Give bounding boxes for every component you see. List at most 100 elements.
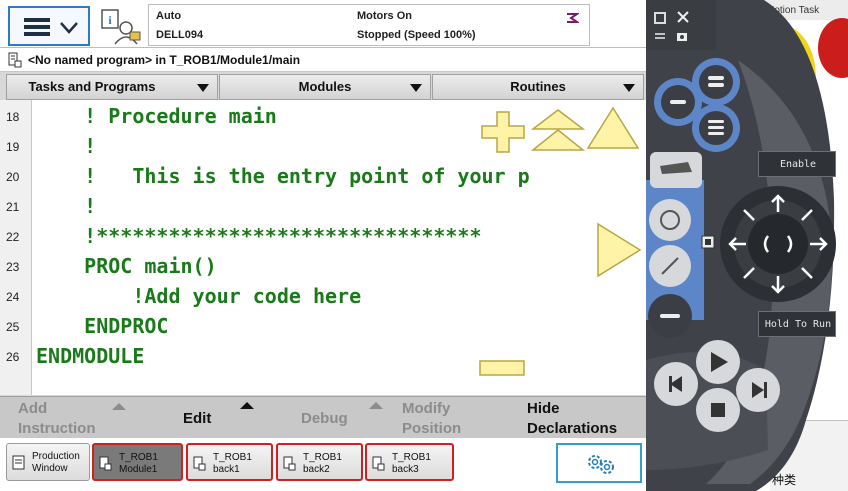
stop-icon xyxy=(711,403,725,417)
code-line[interactable]: ! xyxy=(36,134,96,158)
line-number: 26 xyxy=(6,350,20,364)
code-line[interactable]: ENDMODULE xyxy=(36,344,144,368)
taskbar-t-rob1-module1[interactable]: T_ROB1 Module1 xyxy=(92,443,183,481)
programmable-keys xyxy=(654,58,740,152)
page-up-icon[interactable] xyxy=(531,108,585,152)
enable-device-button[interactable]: Enable xyxy=(758,151,836,177)
line-number: 25 xyxy=(6,320,20,334)
quickset-button[interactable] xyxy=(556,443,642,483)
line-number: 22 xyxy=(6,230,20,244)
zoom-plus-icon[interactable] xyxy=(480,110,526,154)
gear-icon xyxy=(588,455,614,474)
program-icon xyxy=(193,456,206,471)
tab-routines[interactable]: Routines xyxy=(432,74,644,100)
joystick[interactable] xyxy=(716,182,840,306)
enable-label: Enable xyxy=(779,159,817,170)
code-line[interactable]: ! This is the entry point of your p xyxy=(36,164,530,188)
line-number: 24 xyxy=(6,290,20,304)
menu-up-icon xyxy=(240,402,254,409)
taskbar-t-rob1-back3[interactable]: T_ROB1 back3 xyxy=(365,443,454,481)
edit-label: Edit xyxy=(183,410,212,427)
code-line[interactable]: ! Procedure main xyxy=(36,104,277,128)
program-path-bar: <No named program> in T_ROB1/Module1/mai… xyxy=(0,48,646,72)
code-editor[interactable]: 18 19 20 21 22 23 24 25 26 ! Procedure m… xyxy=(0,100,646,395)
window-restore-icon[interactable] xyxy=(654,12,666,24)
line-number: 19 xyxy=(6,140,20,154)
run-state: Stopped (Speed 100%) xyxy=(357,29,476,41)
menu-up-icon xyxy=(369,402,383,409)
code-line[interactable]: ENDPROC xyxy=(36,314,168,338)
code-line[interactable]: !******************************** xyxy=(36,224,481,248)
status-robot-icon xyxy=(567,13,579,23)
production-window-icon xyxy=(12,455,25,470)
controller-name: DELL094 xyxy=(156,29,204,41)
top-status-bar: i Auto DELL094 Motors On Stopped (Speed … xyxy=(0,0,646,48)
dropdown-arrow-icon xyxy=(197,84,209,92)
taskbar-t-rob1-back1[interactable]: T_ROB1 back1 xyxy=(186,443,273,481)
main-menu-button[interactable] xyxy=(8,6,90,46)
dropdown-arrow-icon xyxy=(410,84,422,92)
program-icon xyxy=(8,52,22,68)
scroll-right-icon[interactable] xyxy=(596,222,642,278)
program-icon xyxy=(283,456,296,471)
taskbar-line1: T_ROB1 xyxy=(392,452,431,463)
add-instruction-label: Add Instruction xyxy=(18,400,96,437)
taskbar-line1: T_ROB1 xyxy=(119,452,158,463)
program-icon xyxy=(372,456,385,471)
window-taskbar: Production Window T_ROB1 Module1 T_ROB1 bac… xyxy=(0,438,646,491)
program-tabs: Tasks and Programs Modules Routines xyxy=(0,74,646,100)
debug-button[interactable]: Debug xyxy=(301,402,383,429)
tab-tasks-and-programs[interactable]: Tasks and Programs xyxy=(6,74,218,100)
zoom-minus-icon[interactable] xyxy=(478,358,526,378)
close-icon[interactable] xyxy=(676,10,690,24)
line-number-gutter: 18 19 20 21 22 23 24 25 26 xyxy=(0,100,32,395)
hamburger-menu-icon xyxy=(24,18,50,36)
modify-position-button[interactable]: Modify Position xyxy=(402,399,492,439)
debug-label: Debug xyxy=(301,410,348,427)
command-bar: Add Instruction Edit Debug Modify Positi… xyxy=(0,396,646,438)
code-line[interactable]: ! xyxy=(36,194,96,218)
line-number: 21 xyxy=(6,200,20,214)
motion-mode-keys[interactable] xyxy=(648,150,704,350)
menu-up-icon xyxy=(112,403,126,410)
taskbar-line1: T_ROB1 xyxy=(303,452,342,463)
dropdown-arrow-icon xyxy=(623,84,635,92)
operating-mode: Auto xyxy=(156,10,182,22)
tab-label: Tasks and Programs xyxy=(28,79,156,94)
modify-position-label: Modify Position xyxy=(402,400,462,437)
camera-icon[interactable] xyxy=(676,30,688,42)
taskbar-line1: Production xyxy=(32,451,80,462)
edit-button[interactable]: Edit xyxy=(183,402,263,429)
line-number: 23 xyxy=(6,260,20,274)
taskbar-line2: Window xyxy=(32,463,68,474)
pendant-hardware-panel: el Motion Task 种类 xyxy=(646,0,848,491)
info-user-icon[interactable]: i xyxy=(100,8,142,46)
taskbar-t-rob1-back2[interactable]: T_ROB1 back2 xyxy=(276,443,363,481)
hold-to-run-button[interactable]: Hold To Run xyxy=(758,311,836,337)
scroll-up-icon[interactable] xyxy=(586,106,640,150)
tab-label: Modules xyxy=(298,79,352,94)
program-icon xyxy=(99,456,112,471)
swap-icon[interactable] xyxy=(654,30,666,42)
code-line[interactable]: !Add your code here xyxy=(36,284,361,308)
program-path: <No named program> in T_ROB1/Module1/mai… xyxy=(28,53,301,67)
taskbar-production-window[interactable]: Production Window xyxy=(6,443,90,481)
hide-declarations-button[interactable]: Hide Declarations xyxy=(527,399,637,439)
code-line[interactable]: PROC main() xyxy=(36,254,216,278)
flexpendant-screen: i Auto DELL094 Motors On Stopped (Speed … xyxy=(0,0,646,491)
taskbar-line2: back1 xyxy=(213,464,240,475)
taskbar-line2: Module1 xyxy=(119,464,158,475)
tab-label: Routines xyxy=(510,79,566,94)
add-instruction-button[interactable]: Add Instruction xyxy=(18,399,128,439)
chevron-down-icon xyxy=(60,22,78,34)
joystick-lock-icon xyxy=(701,235,715,249)
status-panel[interactable]: Auto DELL094 Motors On Stopped (Speed 10… xyxy=(148,4,590,46)
taskbar-line2: back2 xyxy=(303,464,330,475)
tab-modules[interactable]: Modules xyxy=(219,74,431,100)
program-execution-keys xyxy=(654,340,780,432)
line-number: 20 xyxy=(6,170,20,184)
line-number: 18 xyxy=(6,110,20,124)
hide-declarations-label: Hide Declarations xyxy=(527,400,618,437)
motors-state: Motors On xyxy=(357,10,412,22)
hold-to-run-label: Hold To Run xyxy=(764,319,832,330)
